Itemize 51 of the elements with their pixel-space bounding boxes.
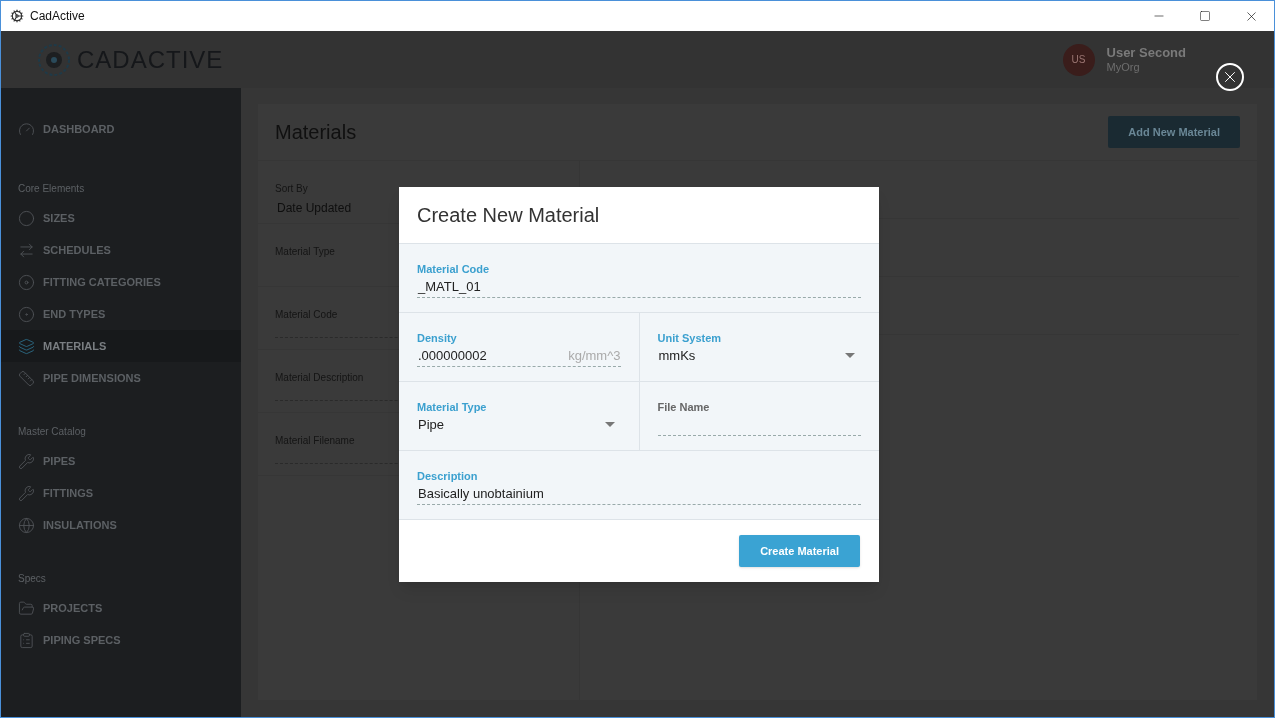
sidebar-item[interactable]: FITTING CATEGORIES	[1, 266, 241, 298]
section-heading: Specs	[17, 572, 47, 586]
input-field[interactable]: _MATL_01	[417, 276, 861, 298]
sidebar-item[interactable]: MATERIALS	[1, 330, 241, 362]
sidebar-item[interactable]: SCHEDULES	[1, 234, 241, 266]
field-label: Description	[417, 470, 479, 483]
section-heading: Master Catalog	[17, 425, 87, 439]
field-label: Material Type	[417, 401, 488, 414]
app-icon	[10, 9, 24, 23]
input-field[interactable]: .000000002 kg/mm^3	[417, 345, 621, 367]
clipboard-icon	[18, 631, 35, 649]
select-field[interactable]: Pipe	[417, 414, 621, 436]
field-label: Material Code	[417, 263, 491, 276]
ring-icon	[18, 305, 35, 323]
disc-icon	[18, 273, 35, 291]
dropdown-caret-icon	[845, 353, 855, 359]
select-field[interactable]: mmKs	[657, 345, 861, 367]
unit-label: kg/mm^3	[568, 346, 621, 365]
close-overlay-button[interactable]	[1216, 63, 1244, 91]
user-name: User Second	[1106, 45, 1186, 60]
sidebar-item[interactable]: DASHBOARD	[1, 113, 241, 145]
folder-icon	[18, 599, 35, 617]
globe-icon	[18, 516, 35, 534]
field-label: Unit System	[657, 332, 723, 345]
layers-icon	[18, 337, 35, 355]
wrench-icon	[18, 484, 35, 502]
logo-icon	[37, 42, 71, 77]
gauge-icon	[18, 120, 35, 138]
section-heading: Core Elements	[17, 182, 86, 196]
sidebar-item[interactable]: INSULATIONS	[1, 509, 241, 541]
maximize-icon	[1199, 10, 1211, 22]
field-label: File Name	[657, 401, 711, 414]
sidebar-item[interactable]: PIPING SPECS	[1, 624, 241, 656]
dialog-title: Create New Material	[417, 203, 600, 228]
sidebar-item[interactable]: PIPE DIMENSIONS	[1, 362, 241, 394]
sidebar-item[interactable]: FITTINGS	[1, 477, 241, 509]
input-field[interactable]: Basically unobtainium	[417, 483, 861, 505]
sidebar-item[interactable]: END TYPES	[1, 298, 241, 330]
org-name: MyOrg	[1106, 60, 1141, 74]
window-title: CadActive	[30, 8, 85, 25]
sidebar-item[interactable]: SIZES	[1, 202, 241, 234]
dropdown-caret-icon	[604, 422, 615, 428]
wrench-icon	[18, 452, 35, 470]
add-new-button[interactable]: Add New Material	[1108, 116, 1240, 148]
field-label: Density	[417, 332, 458, 345]
sidebar-item[interactable]: PROJECTS	[1, 592, 241, 624]
user-avatar[interactable]: US	[1062, 43, 1095, 76]
create-material-button[interactable]: Create Material	[739, 535, 860, 567]
ruler-icon	[18, 369, 35, 387]
arrows-icon	[18, 241, 35, 259]
sidebar-item[interactable]: PIPES	[1, 445, 241, 477]
